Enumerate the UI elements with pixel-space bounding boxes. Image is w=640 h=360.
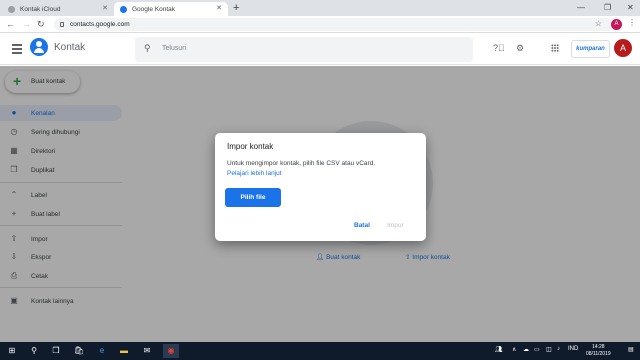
app-header: Kontak ⚲ Telusuri ?⃝ ⚙ kumparan A [0, 34, 640, 65]
help-icon[interactable]: ?⃝ [493, 43, 505, 53]
tab-label: Kontak iCloud [20, 5, 61, 13]
account-avatar[interactable]: A [614, 39, 632, 57]
pick-file-button[interactable]: Pilih file [225, 188, 281, 207]
hamburger-menu-icon[interactable] [12, 44, 22, 56]
battery-icon[interactable]: ▭ [534, 346, 540, 353]
tab-label: Google Kontak [132, 5, 176, 13]
search-icon: ⚲ [144, 43, 151, 53]
volume-icon[interactable]: ♪ [557, 346, 560, 352]
edge-icon[interactable]: e [96, 344, 108, 358]
reload-icon[interactable]: ↻ [37, 18, 45, 30]
search-icon[interactable]: ⚲ [28, 344, 40, 358]
windows-taskbar: ⊞ ⚲ ❒ 🛍︎ e ▬ ✉ ◉ 👥︎ ∧ ☁ ▭ ◫ ♪ IND 14:28 … [0, 342, 640, 360]
clock-date: 08/11/2019 [586, 351, 611, 357]
tab-kontak-icloud[interactable]: Kontak iCloud ✕ [2, 2, 114, 16]
file-explorer-icon[interactable]: ▬ [118, 344, 130, 358]
app-title: Kontak [54, 42, 86, 53]
network-icon[interactable]: ◫ [546, 346, 552, 353]
import-contacts-dialog: Impor kontak Untuk mengimpor kontak, pil… [215, 133, 426, 241]
task-view-icon[interactable]: ❒ [50, 344, 62, 358]
show-hidden-icons[interactable]: ∧ [512, 346, 516, 353]
search-input[interactable]: ⚲ Telusuri [135, 37, 473, 62]
close-tab-icon[interactable]: ✕ [102, 4, 108, 12]
chrome-icon[interactable]: ◉ [163, 344, 179, 358]
language-indicator[interactable]: IND [568, 346, 578, 352]
store-icon[interactable]: 🛍︎ [73, 344, 85, 358]
apple-icon [8, 5, 15, 13]
contacts-logo-icon [30, 38, 48, 56]
bookmark-star-icon[interactable]: ☆ [595, 19, 602, 28]
windows-start-icon[interactable]: ⊞ [6, 344, 18, 358]
new-tab-button[interactable]: + [233, 1, 239, 15]
window-close-icon[interactable]: ✕ [627, 1, 634, 14]
dialog-title: Impor kontak [227, 142, 274, 151]
url-field[interactable]: contacts.google.com ☆ [54, 18, 614, 31]
lock-icon [60, 22, 64, 27]
url-text: contacts.google.com [70, 21, 130, 28]
cloud-icon[interactable]: ☁ [523, 346, 529, 353]
maximize-icon[interactable]: ❐ [604, 1, 611, 14]
browser-tab-bar: Kontak iCloud ✕ Google Kontak ✕ + — ❐ ✕ [0, 0, 640, 16]
dialog-body: Untuk mengimpor kontak, pilih file CSV a… [227, 160, 376, 167]
mail-icon[interactable]: ✉ [141, 344, 153, 358]
learn-more-link[interactable]: Pelajari lebih lanjut [227, 170, 282, 177]
close-tab-icon[interactable]: ✕ [216, 4, 222, 12]
address-bar-row: ← → ↻ contacts.google.com ☆ A ⋮ [0, 16, 640, 33]
forward-icon: → [22, 19, 31, 29]
import-button: Impor [387, 222, 404, 229]
people-icon[interactable]: 👥︎ [495, 346, 503, 353]
cancel-button[interactable]: Batal [354, 222, 370, 229]
clock-time: 14:28 [592, 344, 605, 350]
notifications-icon[interactable]: ▤ [628, 346, 634, 353]
search-placeholder: Telusuri [162, 45, 187, 52]
back-icon[interactable]: ← [6, 18, 15, 30]
system-clock[interactable]: 14:28 08/11/2019 [586, 344, 611, 358]
minimize-icon[interactable]: — [577, 1, 585, 14]
contacts-favicon [120, 5, 127, 13]
browser-menu-icon[interactable]: ⋮ [628, 18, 636, 27]
organization-logo[interactable]: kumparan [571, 40, 610, 58]
settings-gear-icon[interactable]: ⚙ [516, 43, 524, 54]
apps-grid-icon[interactable] [551, 44, 559, 52]
tab-google-kontak[interactable]: Google Kontak ✕ [114, 2, 228, 16]
browser-profile-avatar[interactable]: A [611, 19, 622, 30]
